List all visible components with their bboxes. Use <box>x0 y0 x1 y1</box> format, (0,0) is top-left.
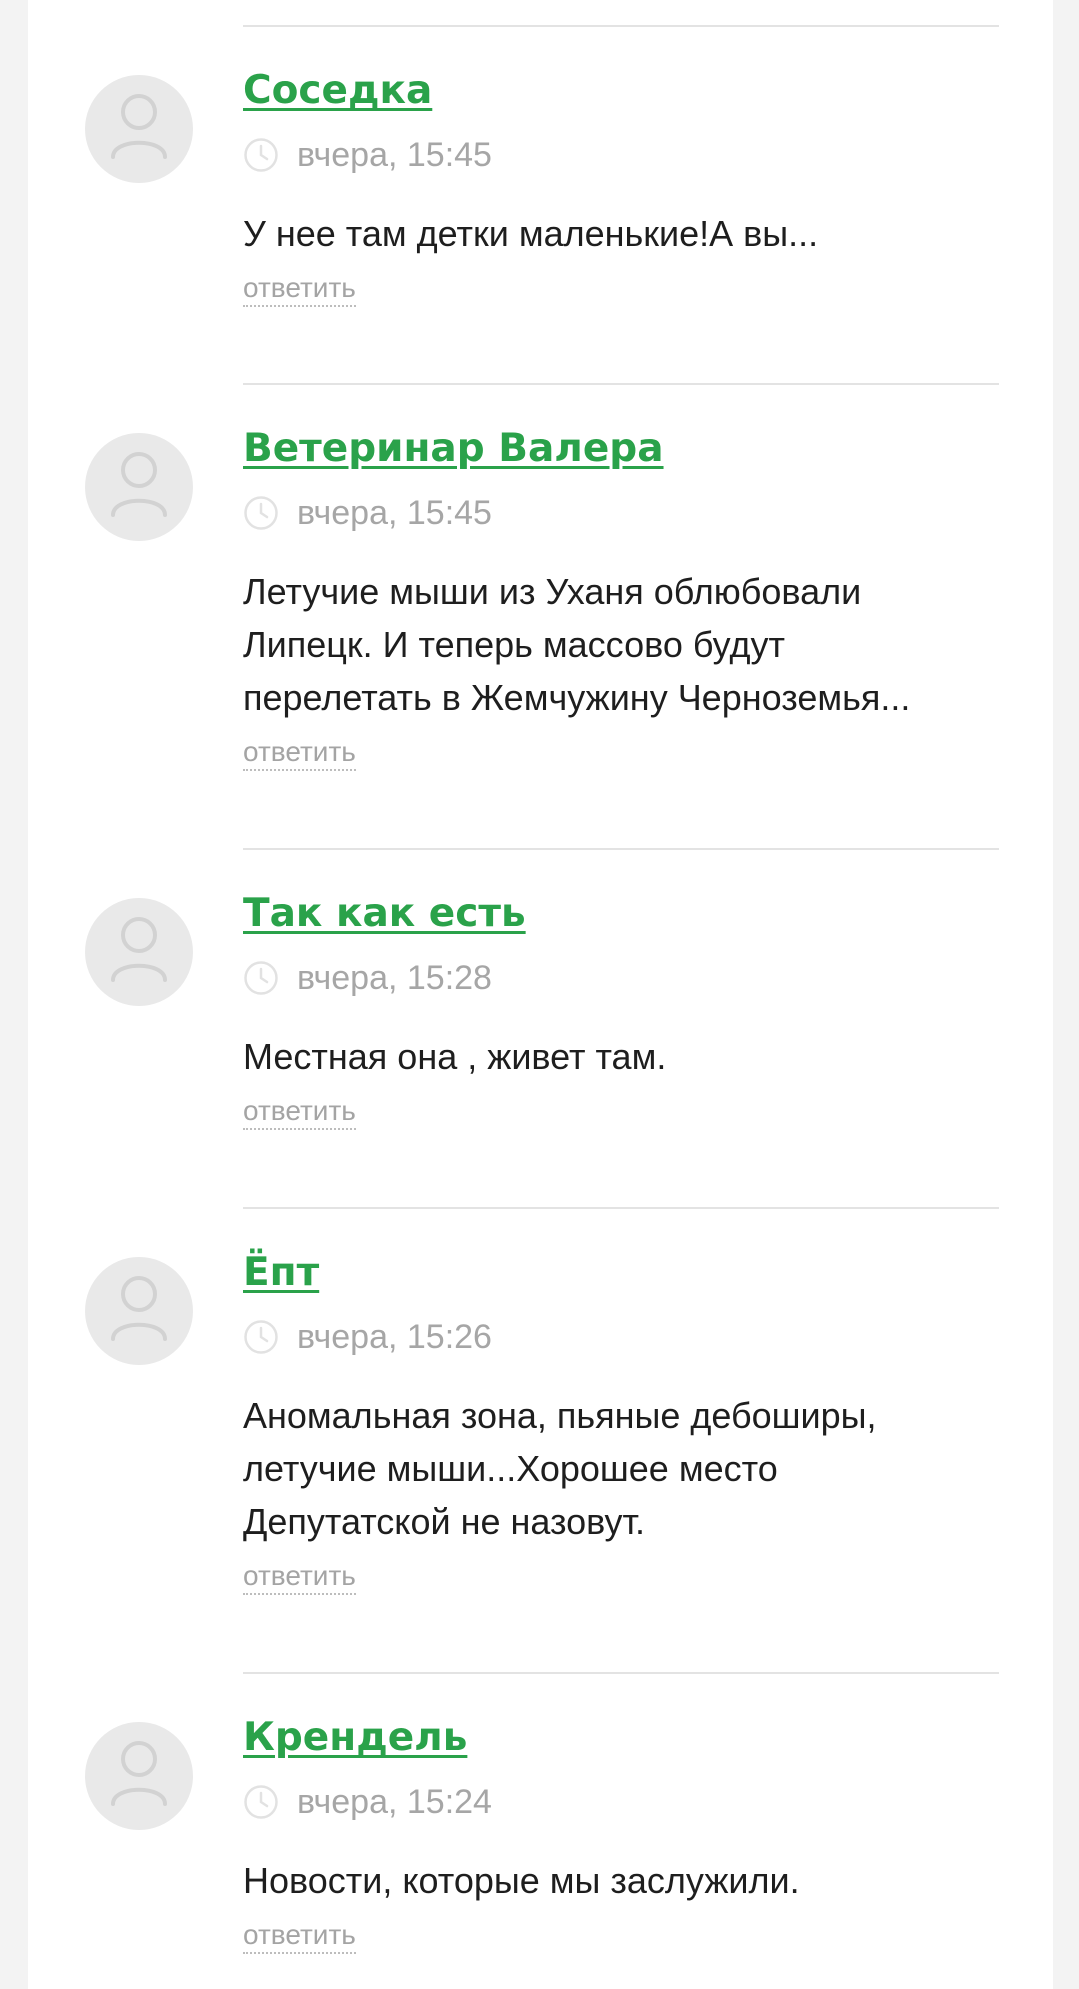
comment-author-link[interactable]: Так как есть <box>243 889 526 939</box>
clock-icon <box>244 961 278 995</box>
comment-author-link[interactable]: Соседка <box>243 66 432 116</box>
comment-text: Аномальная зона, пьяные дебоширы, летучи… <box>243 1395 877 1542</box>
user-placeholder-icon <box>111 1741 167 1806</box>
user-placeholder-icon <box>111 917 167 982</box>
comment-divider <box>243 848 999 850</box>
comment-divider <box>243 1207 999 1209</box>
comment-text: Местная она , живет там. <box>243 1036 667 1077</box>
comment-time: вчера, 15:45 <box>297 135 492 174</box>
comments-page: Соседка вчера, 15:45 У нее там детки мал… <box>28 0 1053 1989</box>
clock-icon <box>244 1785 278 1819</box>
comment-author-link[interactable]: Ветеринар Валера <box>243 424 664 474</box>
comment-meta: вчера, 15:45 <box>243 135 492 175</box>
avatar <box>85 75 193 183</box>
reply-link[interactable]: ответить <box>243 271 356 307</box>
comment-text: Летучие мыши из Уханя облюбовали Липецк.… <box>243 571 911 718</box>
comment-time: вчера, 15:45 <box>297 493 492 532</box>
comment-meta: вчера, 15:28 <box>243 958 492 998</box>
clock-icon <box>244 1320 278 1354</box>
clock-icon <box>244 496 278 530</box>
comment-meta: вчера, 15:45 <box>243 493 492 533</box>
avatar <box>85 433 193 541</box>
avatar <box>85 1257 193 1365</box>
comment-divider <box>243 25 999 27</box>
reply-link[interactable]: ответить <box>243 1094 356 1130</box>
avatar <box>85 1722 193 1830</box>
user-placeholder-icon <box>111 1276 167 1341</box>
comment-meta: вчера, 15:26 <box>243 1317 492 1357</box>
reply-link[interactable]: ответить <box>243 1559 356 1595</box>
comment-time: вчера, 15:24 <box>297 1782 492 1821</box>
reply-link[interactable]: ответить <box>243 735 356 771</box>
comment-meta: вчера, 15:24 <box>243 1782 492 1822</box>
user-placeholder-icon <box>111 94 167 159</box>
comment-divider <box>243 383 999 385</box>
comment-text: Новости, которые мы заслужили. <box>243 1860 800 1901</box>
comment-divider <box>243 1672 999 1674</box>
comment-time: вчера, 15:28 <box>297 958 492 997</box>
user-placeholder-icon <box>111 452 167 517</box>
comment-author-link[interactable]: Крендель <box>243 1713 467 1763</box>
reply-link[interactable]: ответить <box>243 1918 356 1954</box>
comment-author-link[interactable]: Ёпт <box>243 1248 319 1298</box>
avatar <box>85 898 193 1006</box>
comment-text: У нее там детки маленькие!А вы... <box>243 213 819 254</box>
clock-icon <box>244 138 278 172</box>
comment-time: вчера, 15:26 <box>297 1317 492 1356</box>
